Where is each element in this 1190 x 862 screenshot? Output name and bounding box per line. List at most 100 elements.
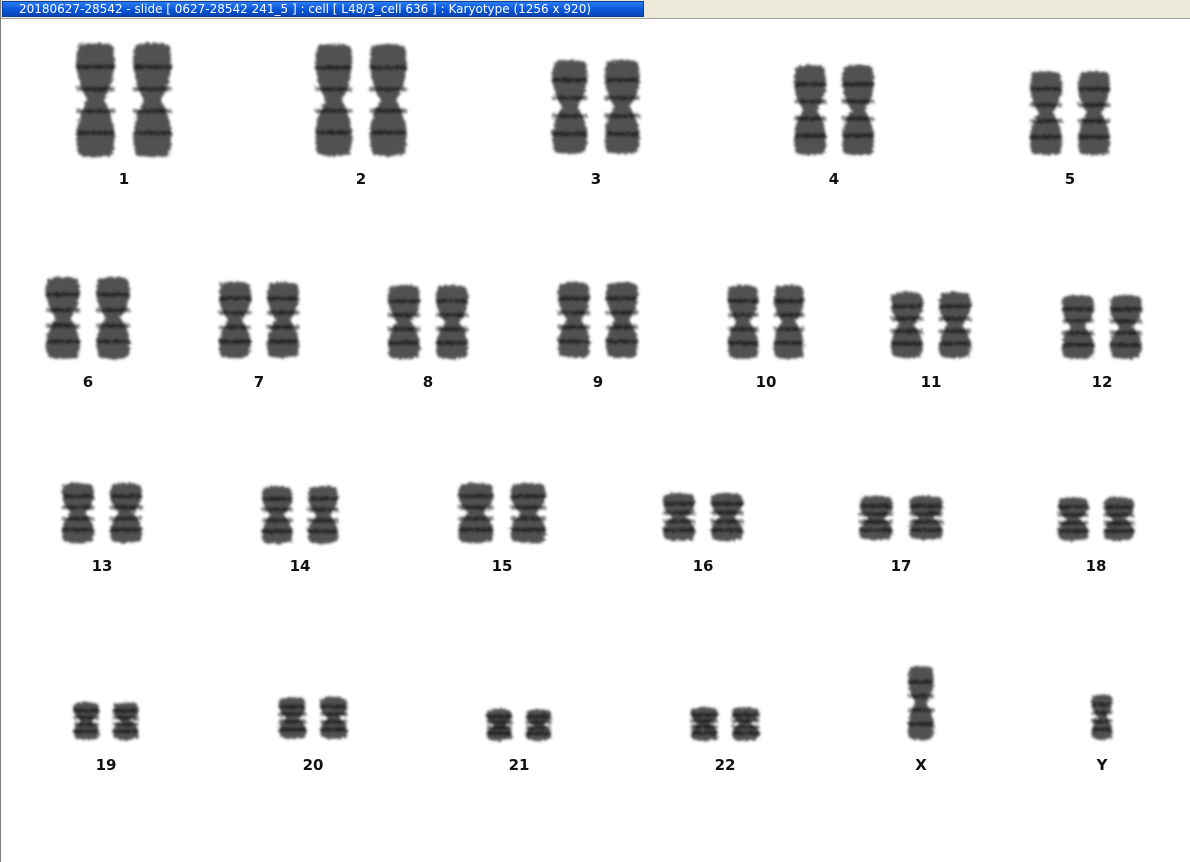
chromosome-band bbox=[794, 133, 826, 138]
chromosome-pair-22[interactable] bbox=[690, 707, 760, 741]
chromosome-7-right[interactable] bbox=[267, 282, 299, 358]
chromosome-12-right[interactable] bbox=[1110, 295, 1142, 359]
chromosome-pair-Y[interactable] bbox=[1091, 694, 1113, 740]
chromosome-7-left[interactable] bbox=[219, 282, 251, 358]
chromosome-band bbox=[267, 310, 299, 315]
chromosome-pair-9[interactable] bbox=[558, 282, 638, 358]
chromosome-band bbox=[908, 680, 934, 684]
chromosome-pair-X[interactable] bbox=[908, 666, 934, 740]
chromosome-band bbox=[690, 725, 718, 729]
chromosome-13-left[interactable] bbox=[62, 483, 94, 543]
chromosome-10-left[interactable] bbox=[728, 285, 759, 359]
chromosome-pair-1[interactable] bbox=[76, 43, 172, 157]
chromosome-18-right[interactable] bbox=[1103, 497, 1134, 541]
chromosome-18-left[interactable] bbox=[1058, 497, 1089, 541]
chromosome-1-right[interactable] bbox=[133, 43, 172, 157]
chromosome-10-right[interactable] bbox=[773, 285, 804, 359]
chromosome-22-left[interactable] bbox=[690, 707, 718, 741]
chromosome-4-right[interactable] bbox=[842, 65, 874, 155]
chromosome-pair-12[interactable] bbox=[1062, 295, 1142, 359]
chromosome-8-left[interactable] bbox=[388, 285, 420, 359]
chromosome-band bbox=[690, 713, 718, 717]
chromosome-19-right[interactable] bbox=[112, 702, 139, 740]
chromosome-19-left[interactable] bbox=[73, 702, 100, 740]
chromosome-12-left[interactable] bbox=[1062, 295, 1094, 359]
chromosome-14-right[interactable] bbox=[307, 486, 338, 544]
chromosome-band bbox=[1091, 702, 1113, 707]
chromosome-6-left[interactable] bbox=[46, 277, 80, 359]
chromosome-label-4: 4 bbox=[828, 170, 840, 188]
chromosome-pair-14[interactable] bbox=[261, 486, 339, 544]
chromosome-pair-5[interactable] bbox=[1030, 71, 1110, 155]
chromosome-pair-15[interactable] bbox=[458, 483, 546, 543]
chromosome-5-right[interactable] bbox=[1078, 71, 1110, 155]
chromosome-band bbox=[110, 527, 142, 532]
chromosome-label-10: 10 bbox=[755, 373, 777, 391]
chromosome-pair-6[interactable] bbox=[46, 277, 130, 359]
chromosome-14-left[interactable] bbox=[262, 486, 293, 544]
chromosome-16-left[interactable] bbox=[663, 493, 695, 541]
chromosome-band bbox=[133, 131, 172, 135]
chromosome-1-left[interactable] bbox=[76, 43, 115, 157]
chromosome-15-right[interactable] bbox=[510, 483, 546, 543]
chromosome-X[interactable] bbox=[908, 666, 934, 740]
chromosome-5-left[interactable] bbox=[1030, 71, 1062, 155]
chromosome-2-right[interactable] bbox=[370, 44, 407, 156]
chromosome-band bbox=[939, 304, 971, 309]
chromosome-15-left[interactable] bbox=[458, 483, 494, 543]
chromosome-16-right[interactable] bbox=[711, 493, 743, 541]
chromosome-11-right[interactable] bbox=[939, 292, 971, 358]
chromosome-band bbox=[909, 512, 943, 516]
chromosome-band bbox=[604, 78, 640, 82]
chromosome-pair-13[interactable] bbox=[62, 483, 142, 543]
chromosome-9-right[interactable] bbox=[606, 282, 638, 358]
chromosome-pair-19[interactable] bbox=[73, 702, 139, 740]
chromosome-pair-7[interactable] bbox=[219, 282, 299, 358]
chromosome-3-left[interactable] bbox=[552, 60, 588, 154]
chromosome-band bbox=[891, 329, 923, 334]
chromosome-band bbox=[76, 87, 115, 91]
chromosome-pair-20[interactable] bbox=[278, 697, 348, 739]
chromosome-band bbox=[1078, 87, 1110, 91]
chromosome-11-left[interactable] bbox=[891, 292, 923, 358]
chromosome-band bbox=[773, 299, 805, 303]
chromosome-9-left[interactable] bbox=[558, 282, 590, 358]
chromosome-band bbox=[891, 304, 923, 309]
chromosome-6-right[interactable] bbox=[96, 277, 130, 359]
chromosome-band bbox=[939, 341, 971, 346]
chromosome-2-left[interactable] bbox=[315, 44, 352, 156]
chromosome-pair-18[interactable] bbox=[1057, 497, 1135, 541]
chromosome-label-9: 9 bbox=[592, 373, 604, 391]
chromosome-4-left[interactable] bbox=[794, 65, 826, 155]
chromosome-band bbox=[939, 329, 971, 334]
chromosome-21-left[interactable] bbox=[486, 709, 513, 741]
chromosome-pair-17[interactable] bbox=[859, 496, 943, 540]
chromosome-band bbox=[315, 130, 353, 135]
chromosome-pair-3[interactable] bbox=[552, 60, 640, 154]
chromosome-20-right[interactable] bbox=[320, 697, 348, 739]
chromosome-Y[interactable] bbox=[1091, 694, 1113, 740]
chromosome-pair-21[interactable] bbox=[486, 709, 552, 741]
chromosome-pair-11[interactable] bbox=[891, 292, 971, 358]
chromosome-band bbox=[690, 719, 718, 723]
chromosome-17-right[interactable] bbox=[909, 496, 943, 540]
chromosome-band bbox=[219, 325, 251, 330]
chromosome-pair-16[interactable] bbox=[663, 493, 743, 541]
chromosome-band bbox=[909, 520, 943, 524]
chromosome-3-right[interactable] bbox=[604, 60, 640, 154]
chromosome-pair-2[interactable] bbox=[315, 44, 407, 156]
chromosome-pair-8[interactable] bbox=[388, 285, 468, 359]
chromosome-pair-4[interactable] bbox=[794, 65, 874, 155]
chromosome-band bbox=[908, 722, 934, 726]
chromosome-band bbox=[436, 313, 468, 317]
window-title-tab[interactable]: 20180627-28542 - slide [ 0627-28542 241_… bbox=[2, 1, 644, 17]
chromosome-8-right[interactable] bbox=[436, 285, 468, 359]
chromosome-17-left[interactable] bbox=[859, 496, 893, 540]
chromosome-20-left[interactable] bbox=[278, 697, 306, 739]
chromosome-21-right[interactable] bbox=[525, 709, 552, 741]
chromosome-13-right[interactable] bbox=[110, 483, 142, 543]
chromosome-band bbox=[261, 518, 293, 523]
chromosome-22-right[interactable] bbox=[732, 707, 760, 741]
chromosome-band bbox=[794, 116, 826, 121]
chromosome-pair-10[interactable] bbox=[727, 285, 805, 359]
